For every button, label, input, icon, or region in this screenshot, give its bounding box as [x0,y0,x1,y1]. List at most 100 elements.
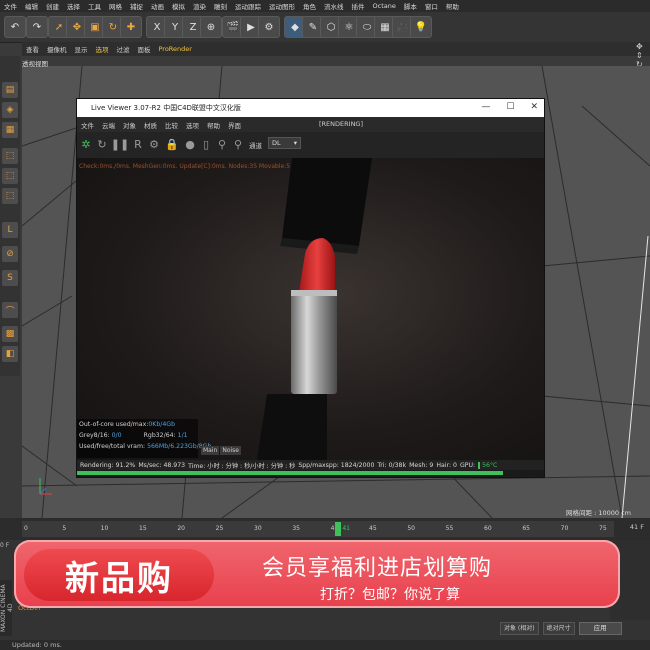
render-preview[interactable]: Check:0ms./0ms. MeshGen:0ms. Update[C]:0… [77,158,544,460]
menu-item-0[interactable]: 文件 [0,1,21,11]
menu-item-16[interactable]: Octane [369,2,400,10]
live-viewer-toolbar: ✲ ↻ ❚❚ R ⚙ 🔒 ● ▯ ⚲ ⚲ 通道 DL ▾ [77,132,544,158]
viewport-menu-panel[interactable]: 面板 [134,44,155,54]
lipstick-render-image [257,158,372,460]
viewport-menu-filter[interactable]: 过滤 [113,44,134,54]
redo-icon[interactable]: ↷ [26,16,48,38]
lv-menu-compare[interactable]: 比较 [161,120,182,130]
status-bar: Updated: 0 ms. [0,640,650,650]
out-of-core-value: 0Kb/4Gb [148,421,175,428]
viewport-menu-display[interactable]: 显示 [71,44,92,54]
save-image-icon[interactable]: ▯ [199,137,213,151]
apply-button[interactable]: 应用 [578,622,622,635]
add-tool-icon[interactable]: ✚ [120,16,142,38]
lv-menu-options[interactable]: 选项 [182,120,203,130]
menu-item-3[interactable]: 选择 [63,1,84,11]
polygons-mode-icon[interactable]: ⬚ [2,188,18,204]
render-progress-fill [77,471,503,475]
coordinate-system-icon[interactable]: ⊕ [200,16,222,38]
timeline-ruler[interactable]: 05101520253035404550556065707541 [22,521,614,537]
timeline-tick: 55 [445,525,454,532]
tab-main[interactable]: Main [201,446,220,455]
model-mode-icon[interactable]: ◈ [2,102,18,118]
coord-mode-select[interactable]: 对象 (相对) [500,622,539,635]
timeline-tick: 10 [100,525,109,532]
lv-menu-object[interactable]: 对象 [119,120,140,130]
pick-focus-icon[interactable]: ⚲ [215,137,229,151]
menu-item-15[interactable]: 插件 [348,1,369,11]
menu-item-10[interactable]: 雕刻 [210,1,231,11]
lv-menu-cloud[interactable]: 云端 [98,120,119,130]
lv-menu-file[interactable]: 文件 [77,120,98,130]
live-viewer-menu: 文件 云端 对象 材质 比较 选项 帮助 界面 [RENDERING] [77,117,544,132]
material-ball-icon[interactable]: ● [183,137,197,151]
render-settings-icon[interactable]: ⚙ [258,16,280,38]
render-region-icon[interactable]: R [131,137,145,151]
tab-noise[interactable]: Noise [220,446,241,455]
grid-spacing-label: 网格间距 : 10000 cm [566,509,631,517]
menu-item-1[interactable]: 编辑 [21,1,42,11]
pick-material-icon[interactable]: ⚲ [231,137,245,151]
settings-gear-icon[interactable]: ⚙ [147,137,161,151]
menu-item-4[interactable]: 工具 [84,1,105,11]
axis-mode-icon[interactable]: L [2,222,18,238]
grey-label: Grey8/16: [79,432,112,439]
timeline-tick: 0 [24,525,28,532]
lv-menu-material[interactable]: 材质 [140,120,161,130]
magnet-icon[interactable]: ⌒ [2,302,18,318]
menu-item-6[interactable]: 捕捉 [126,1,147,11]
menu-item-11[interactable]: 运动跟踪 [231,1,265,11]
menu-item-12[interactable]: 运动图形 [265,1,299,11]
status-tri: Tri: 0/38k [377,461,407,469]
light-icon[interactable]: 💡 [410,16,432,38]
texture-mode-icon[interactable]: ▦ [2,122,18,138]
make-editable-icon[interactable]: ▤ [2,82,18,98]
main-menubar: 文件 编辑 创建 选择 工具 网格 捕捉 动画 模拟 渲染 雕刻 运动跟踪 运动图形 角色 流水线 插件 Oct… [0,0,650,12]
menu-item-8[interactable]: 模拟 [168,1,189,11]
size-mode-select[interactable]: 绝对尺寸 [542,622,575,635]
pause-render-icon[interactable]: ❚❚ [111,137,129,151]
promo-new-product[interactable]: 新品购 [24,549,214,601]
status-rendering: Rendering: 91.2% [80,461,136,469]
menu-item-7[interactable]: 动画 [147,1,168,11]
lock-icon[interactable]: 🔒 [165,137,179,151]
menu-item-2[interactable]: 创建 [42,1,63,11]
timeline: 05101520253035404550556065707541 41 F [0,518,650,540]
rgb-value: 1/1 [177,432,188,439]
points-mode-icon[interactable]: ⬚ [2,148,18,164]
live-viewer-titlebar[interactable]: Live Viewer 3.07-R2 中国C4D联盟中文汉化版 — ☐ ✕ [77,99,544,117]
menu-item-5[interactable]: 网格 [105,1,126,11]
menu-item-17[interactable]: 脚本 [400,1,421,11]
promo-banner[interactable]: 新品购 会员享福利进店划算购 打折？包邮？你说了算 [14,540,620,608]
minimize-icon[interactable]: — [481,102,490,112]
lv-menu-help[interactable]: 帮助 [203,120,224,130]
close-icon[interactable]: ✕ [530,102,538,112]
menu-item-18[interactable]: 窗口 [421,1,442,11]
grid-icon[interactable]: ▩ [2,326,18,342]
menu-item-9[interactable]: 渲染 [189,1,210,11]
lv-menu-interface[interactable]: 界面 [224,120,245,130]
octane-logo-icon[interactable]: ✲ [79,137,93,151]
viewport-menu-view[interactable]: 查看 [22,44,43,54]
maximize-icon[interactable]: ☐ [506,102,514,112]
frame-field[interactable]: 0 F [0,542,9,549]
workplane-icon[interactable]: ◧ [2,346,18,362]
menu-item-13[interactable]: 角色 [299,1,320,11]
kernel-mode-select[interactable]: DL ▾ [268,137,301,149]
timeline-tick: 35 [292,525,300,532]
viewport-menu-options[interactable]: 选项 [92,44,113,54]
menu-item-14[interactable]: 流水线 [320,1,348,11]
kernel-mode-label: 通道 [249,142,262,150]
promo-subtitle: 打折？包邮？你说了算 [320,587,460,603]
main-toolbar: ↶ ↷ ➚ ✥ ▣ ↻ ✚ X Y Z ⊕ 🎬 ▶ ⚙ ◆ ✎ ⬡ ⚛ ⬭ ▦ … [0,12,650,43]
restart-render-icon[interactable]: ↻ [95,137,109,151]
menu-item-19[interactable]: 帮助 [442,1,463,11]
edges-mode-icon[interactable]: ⬚ [2,168,18,184]
undo-icon[interactable]: ↶ [4,16,26,38]
snap-icon[interactable]: S [2,270,18,286]
viewport-menu-camera[interactable]: 摄像机 [43,44,71,54]
timeline-tick: 20 [177,525,185,532]
viewport-menu-prorender[interactable]: ProRender [155,45,196,53]
timeline-playhead[interactable] [335,522,342,536]
tweak-mode-icon[interactable]: ⊘ [2,246,18,262]
